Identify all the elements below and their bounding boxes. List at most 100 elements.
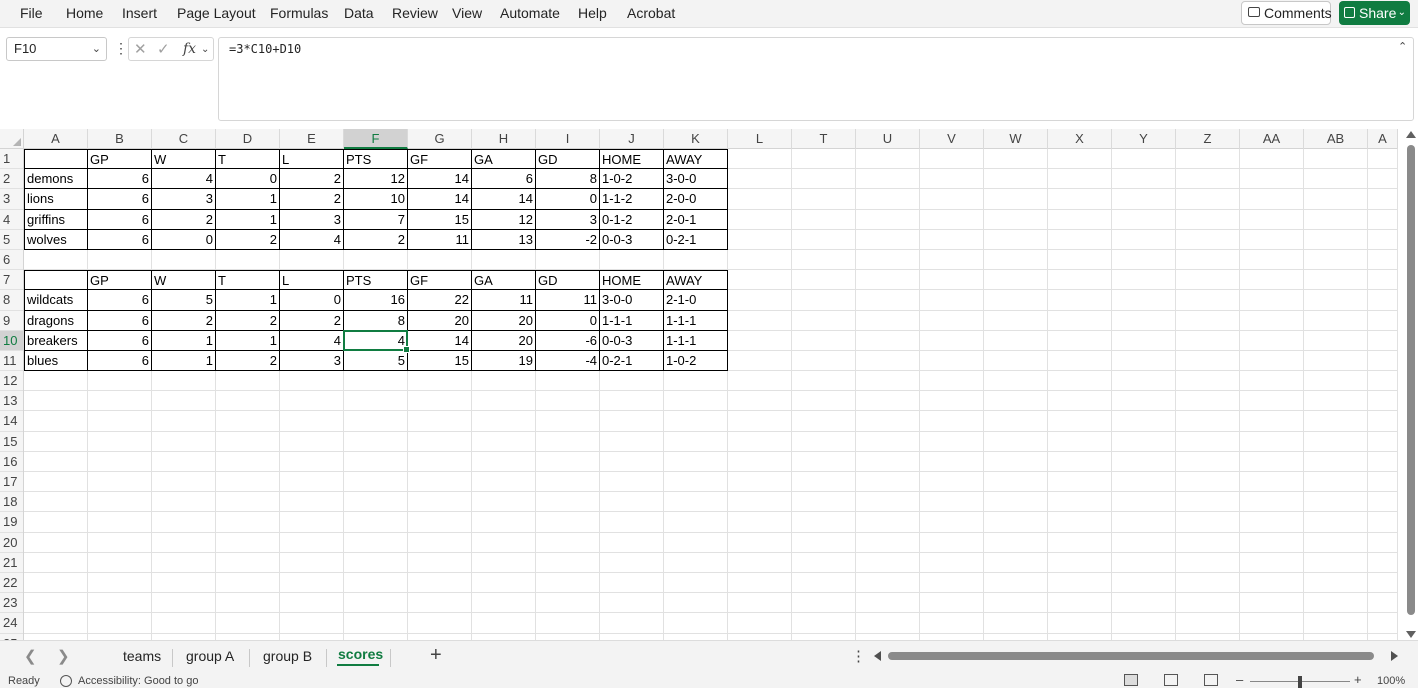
cell[interactable] <box>1048 492 1112 513</box>
row-header[interactable]: 13 <box>0 391 23 412</box>
cell[interactable] <box>1176 330 1240 351</box>
row-header[interactable]: 6 <box>0 250 23 271</box>
cell[interactable] <box>664 371 728 392</box>
cell[interactable] <box>24 371 88 392</box>
cell[interactable] <box>152 431 216 452</box>
cell[interactable] <box>1368 411 1398 432</box>
cell[interactable]: 1 <box>216 189 280 210</box>
cell[interactable] <box>1304 169 1368 190</box>
cell[interactable] <box>472 593 536 614</box>
cell[interactable]: 5 <box>152 290 216 311</box>
cell[interactable] <box>1240 472 1304 493</box>
cell[interactable] <box>344 552 408 573</box>
cell[interactable] <box>536 451 600 472</box>
cell[interactable] <box>1368 492 1398 513</box>
cell[interactable] <box>728 350 792 372</box>
cell[interactable] <box>88 613 152 634</box>
cell[interactable] <box>728 411 792 432</box>
menu-help[interactable]: Help <box>578 5 607 21</box>
cell[interactable]: HOME <box>600 149 664 170</box>
cell[interactable] <box>1304 350 1368 372</box>
cell[interactable] <box>856 492 920 513</box>
cell[interactable] <box>600 593 664 614</box>
cell[interactable]: 2 <box>216 350 280 372</box>
cell[interactable] <box>152 492 216 513</box>
cell[interactable] <box>1240 451 1304 472</box>
cell[interactable] <box>408 249 472 271</box>
cell[interactable] <box>1112 169 1176 190</box>
cell[interactable] <box>1176 310 1240 331</box>
cell[interactable] <box>472 552 536 573</box>
cell[interactable]: 0 <box>216 169 280 190</box>
worksheet-grid[interactable]: A B C D E F G H I J K L T U V W X Y Z AA AB A 1 2 3 4 5 6 7 8 9 10 11 12… <box>0 129 1404 640</box>
cell[interactable] <box>600 451 664 472</box>
cell[interactable] <box>344 532 408 553</box>
cell[interactable] <box>88 572 152 594</box>
cell[interactable] <box>920 371 984 392</box>
cell[interactable] <box>728 492 792 513</box>
cell[interactable] <box>344 593 408 614</box>
cell[interactable] <box>216 451 280 472</box>
menu-page-layout[interactable]: Page Layout <box>177 5 256 21</box>
cell[interactable] <box>856 552 920 573</box>
cell[interactable] <box>536 532 600 553</box>
cell[interactable] <box>1112 552 1176 573</box>
cell[interactable] <box>792 431 856 452</box>
cell[interactable] <box>728 593 792 614</box>
column-header[interactable]: U <box>856 129 920 149</box>
cell[interactable] <box>920 330 984 351</box>
cell[interactable] <box>1112 310 1176 331</box>
cell[interactable] <box>1112 350 1176 372</box>
column-header[interactable]: F <box>344 129 408 149</box>
cell[interactable] <box>536 552 600 573</box>
row-header[interactable]: 20 <box>0 533 23 553</box>
more-options-icon[interactable]: ⋮ <box>114 40 128 57</box>
cell[interactable] <box>984 371 1048 392</box>
cell[interactable] <box>984 330 1048 351</box>
cell[interactable] <box>856 613 920 634</box>
sheet-tab-group-a[interactable]: group A <box>186 648 234 664</box>
column-header[interactable]: C <box>152 129 216 149</box>
cell[interactable]: 6 <box>88 310 152 331</box>
cell[interactable] <box>1048 572 1112 594</box>
cell[interactable]: 3 <box>536 209 600 230</box>
cell[interactable]: 12 <box>344 169 408 190</box>
cell[interactable] <box>728 552 792 573</box>
cell[interactable] <box>344 371 408 392</box>
cell[interactable] <box>920 249 984 271</box>
cell[interactable] <box>1176 593 1240 614</box>
cell[interactable]: 0 <box>152 229 216 250</box>
column-header[interactable]: A <box>1368 129 1398 149</box>
cell[interactable] <box>1368 472 1398 493</box>
cell[interactable] <box>920 613 984 634</box>
cell[interactable] <box>920 593 984 614</box>
cell[interactable]: GD <box>536 270 600 291</box>
cell[interactable] <box>1368 290 1398 311</box>
scroll-right-icon[interactable] <box>1391 651 1398 661</box>
cell[interactable] <box>600 492 664 513</box>
cell[interactable] <box>344 613 408 634</box>
cell[interactable] <box>1368 532 1398 553</box>
cell[interactable] <box>280 249 344 271</box>
cell[interactable] <box>216 512 280 533</box>
menu-review[interactable]: Review <box>392 5 438 21</box>
cell[interactable] <box>728 149 792 170</box>
cell[interactable]: GA <box>472 270 536 291</box>
cell[interactable]: blues <box>24 350 88 372</box>
cell[interactable]: 10 <box>344 189 408 210</box>
cell[interactable] <box>152 512 216 533</box>
cell[interactable] <box>856 472 920 493</box>
column-header[interactable]: X <box>1048 129 1112 149</box>
cell[interactable] <box>600 391 664 412</box>
cell[interactable] <box>1112 451 1176 472</box>
cell[interactable] <box>408 572 472 594</box>
cell[interactable] <box>856 532 920 553</box>
cell[interactable] <box>600 552 664 573</box>
cell[interactable] <box>1048 472 1112 493</box>
cell[interactable] <box>1048 149 1112 170</box>
cell[interactable] <box>88 371 152 392</box>
cell[interactable] <box>984 411 1048 432</box>
cell[interactable] <box>24 249 88 271</box>
cell[interactable]: 6 <box>88 330 152 351</box>
cell[interactable] <box>216 391 280 412</box>
